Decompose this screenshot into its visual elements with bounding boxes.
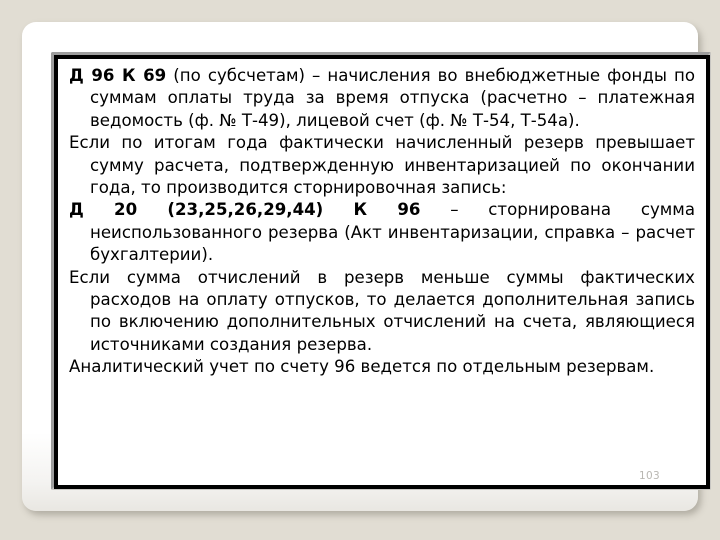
paragraph-entry-d96-k69: Д 96 К 69 (по субсчетам) – начисления во… (69, 65, 695, 132)
bold-accounting-entry-1: Д 96 К 69 (69, 66, 167, 85)
slide-card: Д 96 К 69 (по субсчетам) – начисления во… (22, 22, 711, 511)
slide-text-body: Д 96 К 69 (по субсчетам) – начисления во… (58, 59, 706, 485)
paragraph-note-shortfall-reserve: Если сумма отчислений в резерв меньше су… (69, 267, 695, 357)
paragraph-text-1: (по субсчетам) – начисления во внебюджет… (90, 66, 696, 130)
paragraph-text-4: Если сумма отчислений в резерв меньше су… (69, 267, 695, 354)
paragraph-note-analytic-accounting: Аналитический учет по счету 96 ведется п… (69, 356, 695, 378)
bold-accounting-entry-2: Д 20 (23,25,26,29,44) К 96 (69, 200, 421, 220)
paragraph-note-excess-reserve: Если по итогам года фактически начисленн… (69, 132, 695, 199)
slide-root: Д 96 К 69 (по субсчетам) – начисления во… (0, 0, 720, 540)
paragraph-text-5: Аналитический учет по счету 96 ведется п… (69, 357, 655, 377)
paragraph-entry-d20-k96: Д 20 (23,25,26,29,44) К 96 – сторнирован… (69, 199, 695, 266)
paragraph-text-2: Если по итогам года фактически начисленн… (69, 133, 695, 198)
content-frame: Д 96 К 69 (по субсчетам) – начисления во… (54, 55, 710, 489)
page-number: 103 (639, 470, 660, 482)
